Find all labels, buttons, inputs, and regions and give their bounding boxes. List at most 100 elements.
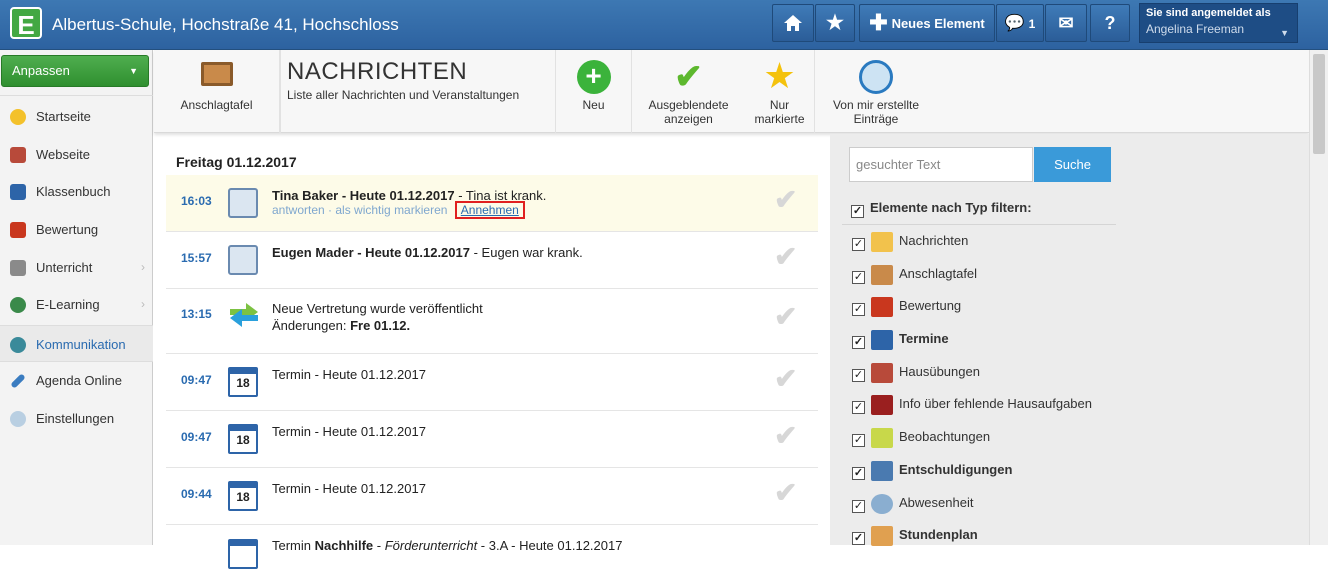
- filter-item-anschlagtafel[interactable]: ✓ Anschlagtafel: [852, 263, 977, 285]
- customize-button[interactable]: Anpassen ▼: [1, 55, 149, 87]
- search-input[interactable]: gesuchter Text: [849, 147, 1033, 182]
- sidebar-item-elearning[interactable]: E-Learning ›: [0, 286, 153, 323]
- checkmark-icon[interactable]: ✔: [774, 362, 797, 395]
- marked-only-button[interactable]: ★ Nur markierte: [745, 50, 815, 133]
- row-time: 09:47: [181, 430, 212, 444]
- home-icon: [784, 15, 802, 31]
- chevron-down-icon: ▼: [129, 66, 138, 76]
- sidebar-item-einstellungen[interactable]: Einstellungen: [0, 400, 153, 437]
- sidebar-item-kommunikation[interactable]: Kommunikation: [0, 325, 153, 362]
- new-label: Neu: [582, 98, 605, 112]
- calendar-icon: 18: [228, 481, 258, 511]
- filter-item-termine[interactable]: ✓ Termine: [852, 328, 949, 350]
- checkbox[interactable]: ✓: [852, 271, 865, 284]
- hidden-label-1: Ausgeblendete: [648, 98, 729, 112]
- calendar-icon: 18: [228, 424, 258, 454]
- show-hidden-button[interactable]: ✔ Ausgeblendete anzeigen: [632, 50, 745, 133]
- filter-heading[interactable]: ✓ Elemente nach Typ filtern:: [851, 200, 1032, 218]
- sidebar-item-webseite[interactable]: Webseite: [0, 136, 153, 173]
- note-icon: [871, 427, 893, 448]
- scrollbar-thumb[interactable]: [1313, 54, 1325, 154]
- checkbox[interactable]: ✓: [852, 401, 865, 414]
- mail-icon: ✉: [1058, 13, 1074, 33]
- checkbox[interactable]: ✓: [852, 434, 865, 447]
- row-text: Termin - Heute 01.12.2017: [272, 481, 426, 496]
- reply-link[interactable]: antworten: [272, 203, 325, 217]
- feed-row[interactable]: Termin Nachhilfe - Förderunterricht - 3.…: [166, 525, 818, 569]
- timetable-icon: [871, 525, 893, 546]
- checkmark-icon[interactable]: ✔: [774, 183, 797, 216]
- filter-item-hausuebungen[interactable]: ✓ Hausübungen: [852, 361, 980, 383]
- feed-row[interactable]: 13:15 Neue Vertretung wurde veröffentlic…: [166, 289, 818, 354]
- feed-row[interactable]: 09:47 18 Termin - Heute 01.12.2017 ✔: [166, 411, 818, 468]
- sidebar-item-label: Unterricht: [36, 260, 93, 275]
- home-button[interactable]: [772, 4, 814, 42]
- help-button[interactable]: ?: [1090, 4, 1130, 42]
- communication-icon: [10, 337, 26, 353]
- calendar-icon: [871, 329, 893, 350]
- app-logo[interactable]: E: [10, 7, 42, 40]
- top-bar: E Albertus-Schule, Hochstraße 41, Hochsc…: [0, 0, 1328, 50]
- filter-item-abwesenheit[interactable]: ✓ Abwesenheit: [852, 492, 973, 514]
- feed-row[interactable]: 16:03 Tina Baker - Heute 01.12.2017 - Ti…: [166, 175, 818, 232]
- board-icon: [200, 62, 233, 86]
- filter-panel: gesuchter Text Suche ✓ Elemente nach Typ …: [830, 134, 1309, 546]
- checkbox[interactable]: ✓: [852, 467, 865, 480]
- mail-button[interactable]: ✉: [1045, 4, 1087, 42]
- checkbox[interactable]: ✓: [851, 205, 864, 218]
- checkbox[interactable]: ✓: [852, 336, 865, 349]
- my-entries-button[interactable]: Von mir erstellte Einträge: [816, 50, 936, 133]
- missing-homework-icon: [871, 394, 893, 415]
- day-heading: Freitag 01.12.2017: [176, 154, 297, 170]
- filter-item-nachrichten[interactable]: ✓ Nachrichten: [852, 230, 968, 252]
- filter-item-entschuldigungen[interactable]: ✓ Entschuldigungen: [852, 459, 1012, 481]
- checkmark-icon[interactable]: ✔: [774, 300, 797, 333]
- sidebar-item-label: Startseite: [36, 109, 91, 124]
- sidebar-item-label: E-Learning: [36, 297, 100, 312]
- feed-row[interactable]: 15:57 Eugen Mader - Heute 01.12.2017 - E…: [166, 232, 818, 289]
- row-text: Neue Vertretung wurde veröffentlicht Änd…: [272, 301, 483, 333]
- marked-label-2: markierte: [754, 112, 805, 126]
- accept-link[interactable]: Annehmen: [454, 201, 525, 219]
- board-button[interactable]: Anschlagtafel: [154, 50, 280, 133]
- checkmark-icon[interactable]: ✔: [774, 419, 797, 452]
- user-menu[interactable]: Sie sind angemeldet als Angelina Freeman…: [1139, 3, 1298, 43]
- sidebar-item-klassenbuch[interactable]: Klassenbuch: [0, 173, 153, 210]
- new-element-button[interactable]: ✚ Neues Element: [859, 4, 995, 42]
- customize-label: Anpassen: [12, 63, 70, 78]
- sidebar-item-bewertung[interactable]: Bewertung: [0, 211, 153, 248]
- favorites-button[interactable]: ★: [815, 4, 855, 42]
- row-time: 09:44: [181, 487, 212, 501]
- filter-item-bewertung[interactable]: ✓ Bewertung: [852, 295, 961, 317]
- clock-icon: [871, 493, 893, 514]
- sidebar-item-agenda[interactable]: Agenda Online: [0, 362, 153, 399]
- sidebar-item-startseite[interactable]: Startseite: [0, 98, 153, 135]
- checkbox[interactable]: ✓: [852, 369, 865, 382]
- filter-item-fehlende-hausaufgaben[interactable]: ✓ Info über fehlende Hausaufgaben: [852, 393, 1092, 415]
- row-time: 13:15: [181, 307, 212, 321]
- plus-icon: ✚: [869, 10, 888, 35]
- checkmark-icon[interactable]: ✔: [774, 240, 797, 273]
- filter-item-stundenplan[interactable]: ✓ Stundenplan: [852, 524, 978, 546]
- checkbox[interactable]: ✓: [852, 532, 865, 545]
- excuse-icon: [228, 188, 258, 218]
- checkbox[interactable]: ✓: [852, 500, 865, 513]
- mark-important-link[interactable]: · als wichtig markieren: [328, 203, 447, 217]
- filter-item-beobachtungen[interactable]: ✓ Beobachtungen: [852, 426, 990, 448]
- star-icon: ★: [826, 12, 844, 34]
- search-button[interactable]: Suche: [1034, 147, 1111, 182]
- checkbox[interactable]: ✓: [852, 238, 865, 251]
- checkmark-icon[interactable]: ✔: [774, 476, 797, 509]
- page-scrollbar[interactable]: [1309, 50, 1328, 545]
- checkbox[interactable]: ✓: [852, 303, 865, 316]
- sidebar: Anpassen ▼ Startseite Webseite Klassenbu…: [0, 50, 153, 545]
- sidebar-item-label: Einstellungen: [36, 411, 115, 426]
- new-button[interactable]: + Neu: [556, 50, 632, 133]
- messages-button[interactable]: 💬 1: [996, 4, 1044, 42]
- star-icon: [10, 109, 26, 125]
- sidebar-item-unterricht[interactable]: Unterricht ›: [0, 249, 153, 286]
- feed-row[interactable]: 09:47 18 Termin - Heute 01.12.2017 ✔: [166, 354, 818, 411]
- feed-row[interactable]: 09:44 18 Termin - Heute 01.12.2017 ✔: [166, 468, 818, 525]
- chevron-down-icon: ▼: [1280, 28, 1289, 38]
- checkmark-icon: ✔: [674, 58, 703, 96]
